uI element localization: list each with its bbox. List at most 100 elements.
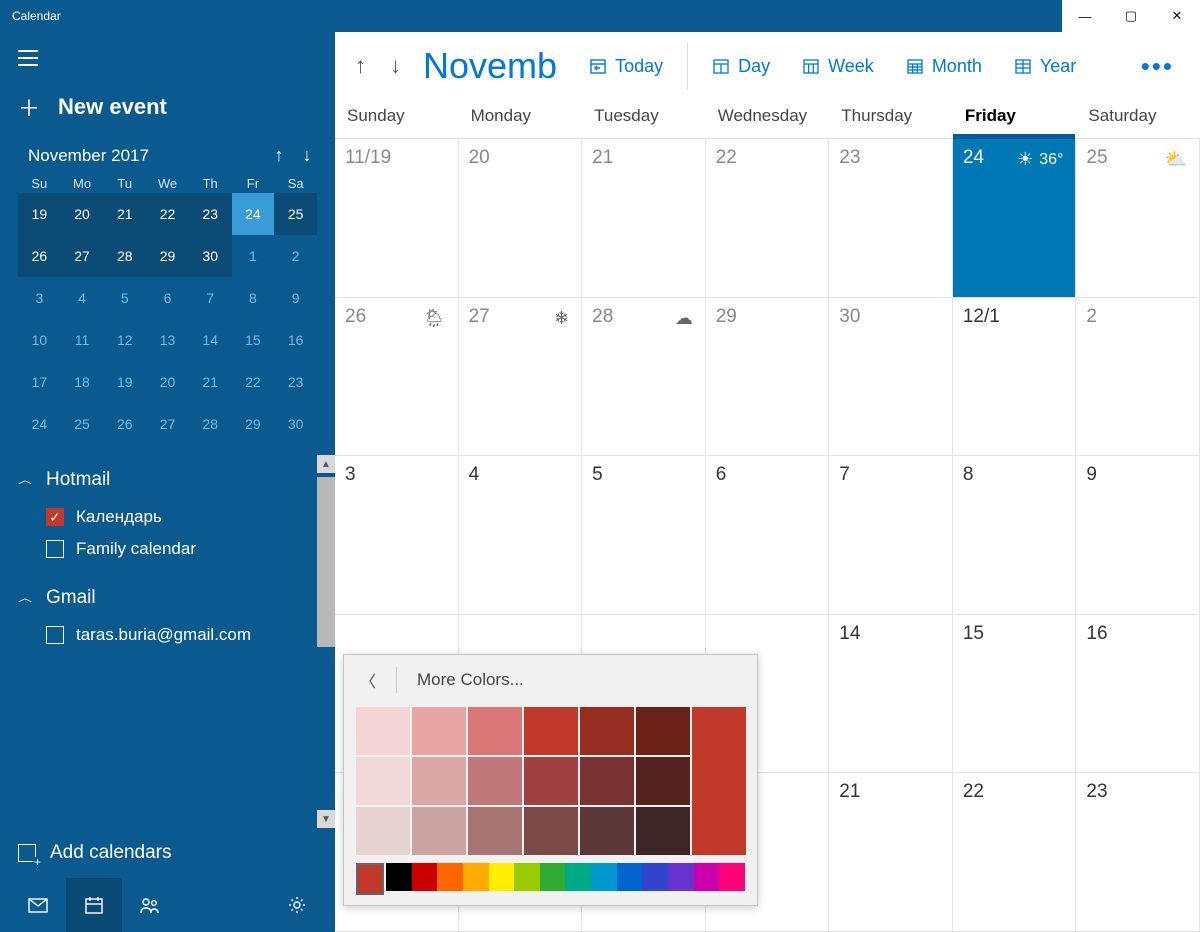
view-day-button[interactable]: Day	[698, 50, 784, 83]
day-cell[interactable]: 2	[1076, 298, 1200, 456]
menu-button[interactable]	[0, 32, 335, 81]
hue-swatch[interactable]	[668, 863, 694, 891]
hue-swatch[interactable]	[463, 863, 489, 891]
day-cell[interactable]: 27❄	[459, 298, 583, 456]
day-cell[interactable]: 21	[829, 773, 953, 931]
hue-swatch[interactable]	[540, 863, 566, 891]
hue-swatch[interactable]	[591, 863, 617, 891]
mini-day[interactable]: 15	[232, 319, 275, 361]
mini-day[interactable]: 28	[103, 235, 146, 277]
hue-swatch[interactable]	[694, 863, 720, 891]
mini-day[interactable]: 30	[189, 235, 232, 277]
mini-day[interactable]: 29	[232, 403, 275, 445]
day-cell[interactable]: 9	[1076, 456, 1200, 614]
mini-day[interactable]: 5	[103, 277, 146, 319]
hue-swatch[interactable]	[356, 863, 384, 895]
view-month-button[interactable]: Month	[892, 50, 996, 83]
day-cell[interactable]: 11/19	[335, 139, 459, 297]
view-year-button[interactable]: Year	[1000, 50, 1090, 83]
color-swatch[interactable]	[580, 707, 634, 755]
mini-day[interactable]: 6	[146, 277, 189, 319]
hue-swatch[interactable]	[565, 863, 591, 891]
view-week-button[interactable]: Week	[788, 50, 888, 83]
day-cell[interactable]: 30	[829, 298, 953, 456]
mini-day[interactable]: 19	[18, 193, 61, 235]
day-cell[interactable]: 25⛅	[1076, 139, 1200, 297]
mini-day[interactable]: 18	[61, 361, 104, 403]
back-button[interactable]: 〈	[360, 668, 376, 692]
day-cell[interactable]: 3	[335, 456, 459, 614]
mini-day[interactable]: 23	[189, 193, 232, 235]
mini-day[interactable]: 4	[61, 277, 104, 319]
hue-swatch[interactable]	[489, 863, 515, 891]
hue-swatch[interactable]	[514, 863, 540, 891]
color-swatch-accent[interactable]	[692, 707, 746, 855]
day-cell[interactable]: 5	[582, 456, 706, 614]
day-cell[interactable]: 22	[706, 139, 830, 297]
color-swatch[interactable]	[356, 707, 410, 755]
mini-day[interactable]: 9	[274, 277, 317, 319]
prev-button[interactable]: ↑	[345, 47, 376, 85]
mini-day[interactable]: 30	[274, 403, 317, 445]
add-calendars-button[interactable]: Add calendars	[0, 828, 335, 878]
day-cell[interactable]: 15	[953, 615, 1077, 773]
new-event-button[interactable]: ＋ New event	[0, 81, 335, 141]
mini-day[interactable]: 16	[274, 319, 317, 361]
scroll-up-icon[interactable]: ▲	[317, 455, 335, 473]
day-cell[interactable]: 22	[953, 773, 1077, 931]
day-cell[interactable]: 12/1	[953, 298, 1077, 456]
mini-day[interactable]: 20	[146, 361, 189, 403]
color-swatch[interactable]	[412, 707, 466, 755]
next-button[interactable]: ↓	[380, 47, 411, 85]
mail-button[interactable]	[10, 878, 66, 932]
calendar-button[interactable]	[66, 878, 122, 932]
day-cell[interactable]: 14	[829, 615, 953, 773]
day-cell[interactable]: 23	[829, 139, 953, 297]
color-swatch[interactable]	[580, 807, 634, 855]
day-cell[interactable]: 4	[459, 456, 583, 614]
mini-day[interactable]: 27	[146, 403, 189, 445]
mini-day[interactable]: 27	[61, 235, 104, 277]
color-swatch[interactable]	[524, 757, 578, 805]
checkbox[interactable]: ✓	[46, 508, 64, 526]
color-swatch[interactable]	[636, 807, 690, 855]
mini-day[interactable]: 22	[232, 361, 275, 403]
mini-day[interactable]: 20	[61, 193, 104, 235]
mini-next-button[interactable]: ↓	[293, 145, 321, 166]
color-swatch[interactable]	[636, 757, 690, 805]
mini-day[interactable]: 10	[18, 319, 61, 361]
sidebar-scrollbar[interactable]: ▲ ▼	[317, 455, 335, 828]
hue-swatch[interactable]	[412, 863, 438, 891]
mini-day[interactable]: 13	[146, 319, 189, 361]
account-group-gmail[interactable]: ︿Gmail	[18, 581, 317, 619]
color-swatch[interactable]	[412, 757, 466, 805]
color-swatch[interactable]	[468, 707, 522, 755]
people-button[interactable]	[122, 878, 178, 932]
today-button[interactable]: Today	[575, 50, 677, 83]
maximize-button[interactable]: ▢	[1108, 0, 1154, 32]
mini-day[interactable]: 26	[18, 235, 61, 277]
color-swatch[interactable]	[524, 807, 578, 855]
day-cell[interactable]: 26🌦	[335, 298, 459, 456]
mini-day[interactable]: 7	[189, 277, 232, 319]
mini-calendar-title[interactable]: November 2017	[28, 146, 265, 166]
mini-day[interactable]: 21	[103, 193, 146, 235]
day-cell[interactable]: 7	[829, 456, 953, 614]
mini-day[interactable]: 19	[103, 361, 146, 403]
hue-swatch[interactable]	[386, 863, 412, 891]
day-cell[interactable]: 6	[706, 456, 830, 614]
day-cell[interactable]: 24☀36°	[953, 139, 1077, 297]
color-swatch[interactable]	[636, 707, 690, 755]
day-cell[interactable]: 28☁	[582, 298, 706, 456]
color-swatch[interactable]	[468, 807, 522, 855]
scroll-thumb[interactable]	[317, 477, 335, 647]
mini-day[interactable]: 29	[146, 235, 189, 277]
color-swatch[interactable]	[412, 807, 466, 855]
checkbox[interactable]	[46, 626, 64, 644]
mini-day[interactable]: 14	[189, 319, 232, 361]
day-cell[interactable]: 29	[706, 298, 830, 456]
mini-day[interactable]: 24	[232, 193, 275, 235]
hue-swatch[interactable]	[617, 863, 643, 891]
account-group-hotmail[interactable]: ︿Hotmail	[18, 463, 317, 501]
mini-day[interactable]: 8	[232, 277, 275, 319]
